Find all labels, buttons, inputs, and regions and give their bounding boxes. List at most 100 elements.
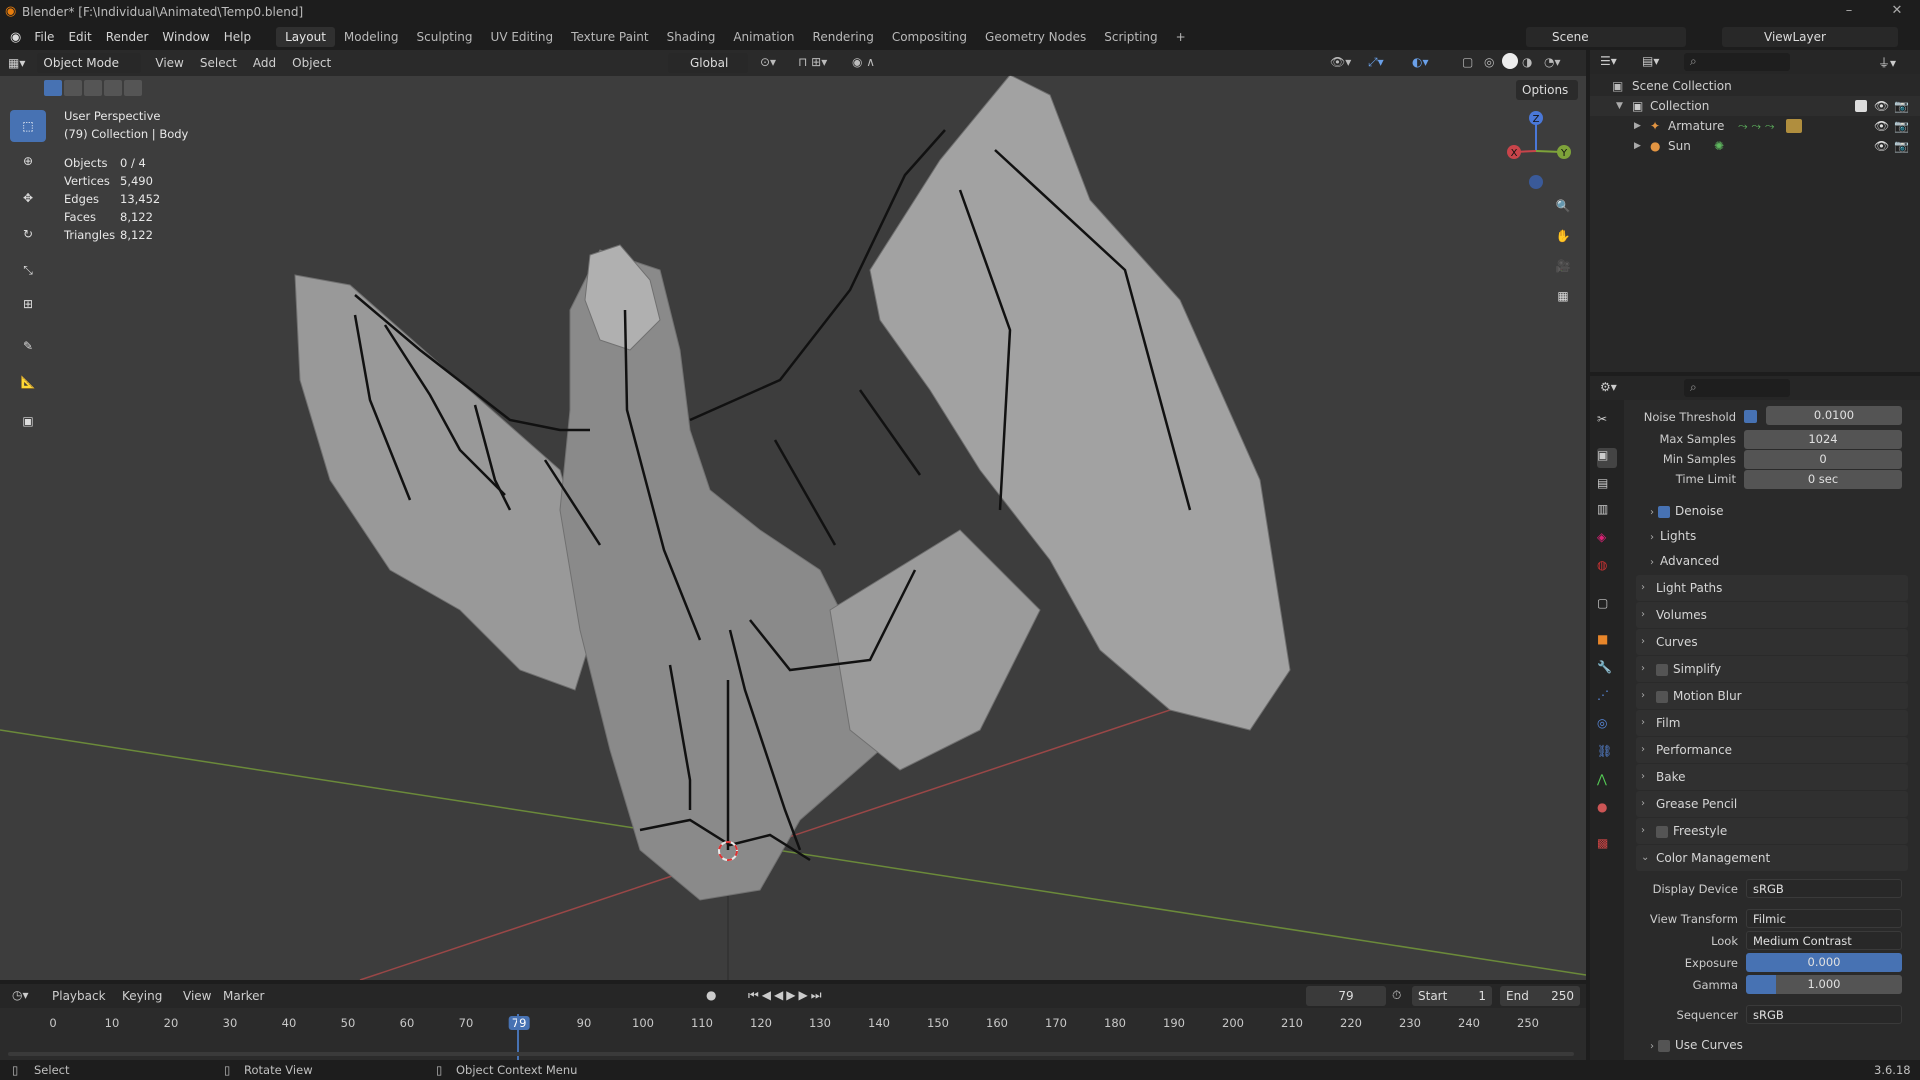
- view-layer-selector[interactable]: ViewLayer: [1722, 27, 1898, 47]
- collection-tab-icon[interactable]: ▢: [1597, 596, 1617, 616]
- view-transform-dropdown[interactable]: Filmic: [1746, 909, 1902, 928]
- frame-tick[interactable]: 120: [750, 1016, 772, 1030]
- outliner-row-sun[interactable]: ▶ ● Sun ✺ 👁 📷: [1590, 136, 1920, 156]
- texture-tab-icon[interactable]: ▩: [1597, 836, 1617, 856]
- select-new-icon[interactable]: [44, 80, 62, 96]
- simplify-checkbox[interactable]: [1656, 663, 1668, 676]
- exclude-checkbox[interactable]: [1855, 100, 1867, 112]
- section-performance[interactable]: › Performance: [1636, 737, 1908, 763]
- section-grease-pencil[interactable]: › Grease Pencil: [1636, 791, 1908, 817]
- proportional-edit-icon[interactable]: ◉ ∧: [852, 55, 875, 69]
- mode-selector[interactable]: Object Mode: [37, 53, 142, 73]
- frame-tick[interactable]: 50: [341, 1016, 356, 1030]
- denoise-subpanel[interactable]: › Denoise: [1650, 504, 1724, 518]
- measure-tool[interactable]: 📐: [10, 366, 46, 398]
- frame-tick[interactable]: 170: [1045, 1016, 1067, 1030]
- frame-tick[interactable]: 180: [1104, 1016, 1126, 1030]
- rotate-tool[interactable]: ↻: [10, 218, 46, 250]
- section-freestyle[interactable]: › Freestyle: [1636, 818, 1908, 844]
- frame-tick[interactable]: 70: [459, 1016, 474, 1030]
- pan-hand-icon[interactable]: ✋: [1551, 224, 1575, 248]
- tab-rendering[interactable]: Rendering: [804, 27, 883, 47]
- frame-tick[interactable]: 0: [49, 1016, 56, 1030]
- use-curves-subpanel[interactable]: › Use Curves: [1650, 1038, 1743, 1052]
- object-tab-icon[interactable]: ■: [1597, 632, 1617, 652]
- tab-uv-editing[interactable]: UV Editing: [482, 27, 563, 47]
- tab-compositing[interactable]: Compositing: [883, 27, 976, 47]
- properties-editor-icon[interactable]: ⚙▾: [1600, 380, 1617, 394]
- render-tab-icon[interactable]: ▣: [1597, 448, 1617, 468]
- look-dropdown[interactable]: Medium Contrast: [1746, 931, 1902, 950]
- frame-tick[interactable]: 210: [1281, 1016, 1303, 1030]
- select-subtract-icon[interactable]: [84, 80, 102, 96]
- menu-select[interactable]: Select: [192, 56, 245, 70]
- timeline-editor-icon[interactable]: ◷▾: [12, 988, 29, 1002]
- outliner-row-armature[interactable]: ▶ ✦ Armature ⤳ ⤳ ⤳ 👁 📷: [1590, 116, 1920, 136]
- eye-icon[interactable]: 👁: [1874, 116, 1889, 136]
- noise-threshold-field[interactable]: 0.0100: [1766, 406, 1902, 425]
- gamma-slider[interactable]: 1.000: [1746, 975, 1902, 994]
- menu-view[interactable]: View: [147, 56, 191, 70]
- add-workspace-button[interactable]: +: [1167, 27, 1195, 47]
- world-tab-icon[interactable]: ◍: [1597, 558, 1617, 578]
- xray-icon[interactable]: ▢: [1462, 55, 1473, 69]
- properties-search-input[interactable]: ⌕: [1684, 379, 1790, 397]
- playback-controls[interactable]: ⏮◀◀▶▶⏭: [748, 988, 825, 1003]
- section-color-management[interactable]: ⌄ Color Management: [1636, 845, 1908, 871]
- menu-object[interactable]: Object: [284, 56, 339, 70]
- gizmo-toggle-icon[interactable]: ⤢▾: [1368, 55, 1384, 70]
- move-tool[interactable]: ✥: [10, 182, 46, 214]
- expand-icon[interactable]: ▶: [1634, 116, 1641, 136]
- rendered-shading-icon[interactable]: ◔▾: [1544, 55, 1561, 69]
- overlay-toggle-icon[interactable]: ◐▾: [1412, 55, 1429, 69]
- constraints-tab-icon[interactable]: ⛓: [1597, 744, 1617, 764]
- current-frame-tick[interactable]: 79: [508, 1016, 530, 1030]
- frame-tick[interactable]: 110: [691, 1016, 713, 1030]
- outliner-row-collection[interactable]: ▼ ▣ Collection 👁 📷: [1590, 96, 1920, 116]
- start-frame-field[interactable]: Start 1: [1412, 986, 1492, 1006]
- data-tab-icon[interactable]: ⋀: [1597, 772, 1617, 792]
- select-invert-icon[interactable]: [104, 80, 122, 96]
- menu-window[interactable]: Window: [155, 30, 216, 44]
- add-cube-tool[interactable]: ▣: [10, 405, 46, 437]
- outliner-row-scene-collection[interactable]: ▣ Scene Collection: [1590, 76, 1920, 96]
- menu-add[interactable]: Add: [245, 56, 284, 70]
- frame-tick[interactable]: 60: [400, 1016, 415, 1030]
- frame-tick[interactable]: 10: [105, 1016, 120, 1030]
- stopwatch-icon[interactable]: ⏱: [1392, 988, 1401, 1003]
- tab-shading[interactable]: Shading: [658, 27, 725, 47]
- frame-tick[interactable]: 130: [809, 1016, 831, 1030]
- current-frame-field[interactable]: 79: [1306, 986, 1386, 1006]
- visibility-icon[interactable]: 👁▾: [1330, 55, 1351, 69]
- tab-layout[interactable]: Layout: [276, 27, 335, 47]
- menu-render[interactable]: Render: [99, 30, 156, 44]
- denoise-checkbox[interactable]: [1658, 505, 1670, 518]
- wireframe-shading-icon[interactable]: ◎: [1484, 55, 1494, 69]
- advanced-subpanel[interactable]: › Advanced: [1650, 554, 1719, 568]
- filter-icon[interactable]: ⏚▾: [1878, 54, 1896, 71]
- sequencer-dropdown[interactable]: sRGB: [1746, 1005, 1902, 1024]
- record-icon[interactable]: ●: [706, 988, 716, 1002]
- section-film[interactable]: › Film: [1636, 710, 1908, 736]
- section-motion-blur[interactable]: › Motion Blur: [1636, 683, 1908, 709]
- menu-help[interactable]: Help: [217, 30, 258, 44]
- tab-texture-paint[interactable]: Texture Paint: [562, 27, 657, 47]
- view-layer-tab-icon[interactable]: ▥: [1597, 502, 1617, 522]
- frame-tick[interactable]: 40: [282, 1016, 297, 1030]
- transform-tool[interactable]: ⊞: [10, 288, 46, 320]
- motion-blur-checkbox[interactable]: [1656, 690, 1668, 703]
- eye-icon[interactable]: 👁: [1874, 136, 1889, 156]
- snap-icon[interactable]: ⊓ ⊞▾: [798, 55, 827, 69]
- menu-playback[interactable]: Playback: [52, 989, 106, 1003]
- tab-animation[interactable]: Animation: [724, 27, 803, 47]
- cursor-tool[interactable]: ⊕: [10, 145, 46, 177]
- output-tab-icon[interactable]: ▤: [1597, 476, 1617, 496]
- frame-tick[interactable]: 20: [164, 1016, 179, 1030]
- particles-tab-icon[interactable]: ⋰: [1597, 688, 1617, 708]
- menu-edit[interactable]: Edit: [61, 30, 98, 44]
- select-box-tool[interactable]: ⬚: [10, 110, 46, 142]
- frame-tick[interactable]: 150: [927, 1016, 949, 1030]
- frame-tick[interactable]: 190: [1163, 1016, 1185, 1030]
- close-button[interactable]: ✕: [1874, 0, 1920, 24]
- outliner-editor-icon[interactable]: ☰▾: [1600, 54, 1617, 68]
